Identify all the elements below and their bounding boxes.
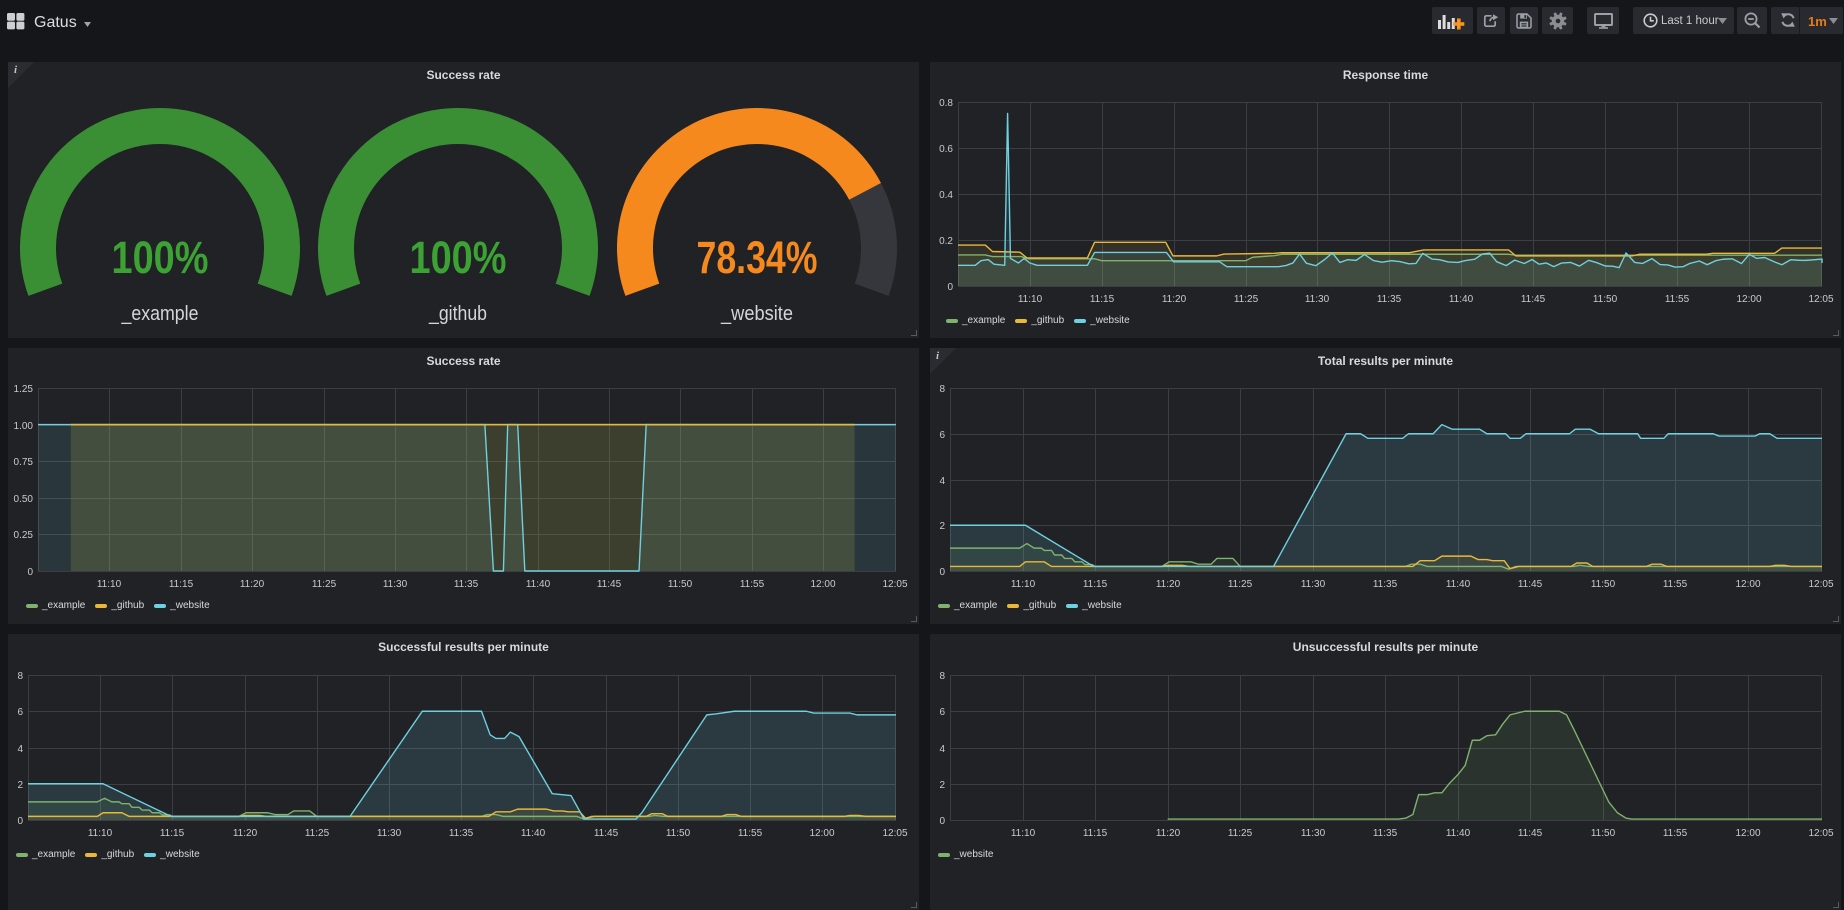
svg-text:11:15: 11:15 <box>169 579 194 590</box>
svg-text:11:35: 11:35 <box>449 828 474 839</box>
svg-text:1.25: 1.25 <box>14 384 34 395</box>
svg-text:11:30: 11:30 <box>1301 579 1326 590</box>
svg-text:11:25: 11:25 <box>305 828 330 839</box>
svg-text:11:40: 11:40 <box>1446 579 1471 590</box>
svg-text:11:30: 11:30 <box>377 828 402 839</box>
svg-text:12:05: 12:05 <box>882 579 907 590</box>
svg-text:11:10: 11:10 <box>97 579 122 590</box>
svg-text:4: 4 <box>17 744 23 755</box>
svg-text:11:45: 11:45 <box>1518 828 1543 839</box>
svg-text:12:00: 12:00 <box>809 828 834 839</box>
svg-text:11:55: 11:55 <box>1663 828 1688 839</box>
svg-text:11:40: 11:40 <box>526 579 551 590</box>
svg-text:11:35: 11:35 <box>1373 579 1398 590</box>
svg-text:11:25: 11:25 <box>1228 579 1253 590</box>
svg-text:11:55: 11:55 <box>740 579 765 590</box>
svg-text:0: 0 <box>27 567 33 578</box>
svg-text:11:55: 11:55 <box>738 828 763 839</box>
svg-text:11:10: 11:10 <box>1011 579 1036 590</box>
svg-text:0.2: 0.2 <box>939 236 953 247</box>
svg-text:12:05: 12:05 <box>1808 828 1833 839</box>
svg-text:11:55: 11:55 <box>1665 294 1690 305</box>
svg-text:0: 0 <box>939 816 945 827</box>
svg-text:11:45: 11:45 <box>1521 294 1546 305</box>
svg-text:11:40: 11:40 <box>1449 294 1474 305</box>
svg-text:11:10: 11:10 <box>88 828 113 839</box>
svg-text:11:25: 11:25 <box>312 579 337 590</box>
svg-text:100%: 100% <box>112 232 209 283</box>
svg-text:0: 0 <box>939 567 945 578</box>
svg-text:11:50: 11:50 <box>1591 579 1616 590</box>
svg-text:11:45: 11:45 <box>1518 579 1543 590</box>
svg-text:0.8: 0.8 <box>939 98 953 109</box>
svg-text:0.50: 0.50 <box>14 494 34 505</box>
svg-text:11:25: 11:25 <box>1234 294 1259 305</box>
svg-text:11:15: 11:15 <box>1090 294 1115 305</box>
svg-text:11:45: 11:45 <box>597 579 622 590</box>
svg-text:11:50: 11:50 <box>1591 828 1616 839</box>
svg-text:11:15: 11:15 <box>1083 828 1108 839</box>
svg-text:11:35: 11:35 <box>1377 294 1402 305</box>
svg-text:11:25: 11:25 <box>1228 828 1253 839</box>
svg-text:12:00: 12:00 <box>810 579 835 590</box>
svg-text:12:00: 12:00 <box>1735 828 1760 839</box>
svg-text:_example: _example <box>121 303 199 325</box>
svg-text:2: 2 <box>17 780 23 791</box>
svg-text:0.6: 0.6 <box>939 144 953 155</box>
svg-text:2: 2 <box>939 780 945 791</box>
svg-text:4: 4 <box>939 744 945 755</box>
svg-text:6: 6 <box>939 430 945 441</box>
svg-text:11:30: 11:30 <box>1305 294 1330 305</box>
svg-text:11:15: 11:15 <box>160 828 185 839</box>
svg-text:8: 8 <box>17 671 23 682</box>
svg-text:1.00: 1.00 <box>14 421 34 432</box>
svg-text:0.75: 0.75 <box>14 457 34 468</box>
svg-text:11:50: 11:50 <box>668 579 693 590</box>
svg-text:11:20: 11:20 <box>1156 579 1181 590</box>
svg-text:12:00: 12:00 <box>1736 294 1761 305</box>
svg-text:8: 8 <box>939 384 945 395</box>
svg-text:8: 8 <box>939 671 945 682</box>
svg-text:_github: _github <box>428 303 487 325</box>
svg-text:11:40: 11:40 <box>1446 828 1471 839</box>
svg-text:100%: 100% <box>410 232 507 283</box>
svg-text:11:20: 11:20 <box>233 828 258 839</box>
svg-text:2: 2 <box>939 521 945 532</box>
svg-text:11:50: 11:50 <box>666 828 691 839</box>
svg-text:11:10: 11:10 <box>1011 828 1036 839</box>
svg-text:0.4: 0.4 <box>939 190 953 201</box>
svg-text:6: 6 <box>939 707 945 718</box>
svg-text:12:05: 12:05 <box>1808 294 1833 305</box>
svg-text:11:45: 11:45 <box>594 828 619 839</box>
svg-text:12:05: 12:05 <box>882 828 907 839</box>
svg-text:11:30: 11:30 <box>383 579 408 590</box>
svg-text:4: 4 <box>939 476 945 487</box>
svg-text:0.25: 0.25 <box>14 530 34 541</box>
svg-text:12:00: 12:00 <box>1735 579 1760 590</box>
svg-text:11:50: 11:50 <box>1593 294 1618 305</box>
svg-text:11:15: 11:15 <box>1083 579 1108 590</box>
svg-text:11:35: 11:35 <box>454 579 479 590</box>
svg-text:12:05: 12:05 <box>1808 579 1833 590</box>
svg-text:11:55: 11:55 <box>1663 579 1688 590</box>
svg-text:0: 0 <box>17 816 23 827</box>
svg-text:78.34%: 78.34% <box>697 232 818 283</box>
svg-text:0: 0 <box>947 282 953 293</box>
svg-text:_website: _website <box>720 303 793 325</box>
svg-text:6: 6 <box>17 707 23 718</box>
svg-text:11:40: 11:40 <box>521 828 546 839</box>
svg-text:11:35: 11:35 <box>1373 828 1398 839</box>
svg-text:11:10: 11:10 <box>1018 294 1043 305</box>
svg-text:11:20: 11:20 <box>1162 294 1187 305</box>
svg-text:11:30: 11:30 <box>1301 828 1326 839</box>
svg-text:11:20: 11:20 <box>1156 828 1181 839</box>
svg-text:11:20: 11:20 <box>240 579 265 590</box>
